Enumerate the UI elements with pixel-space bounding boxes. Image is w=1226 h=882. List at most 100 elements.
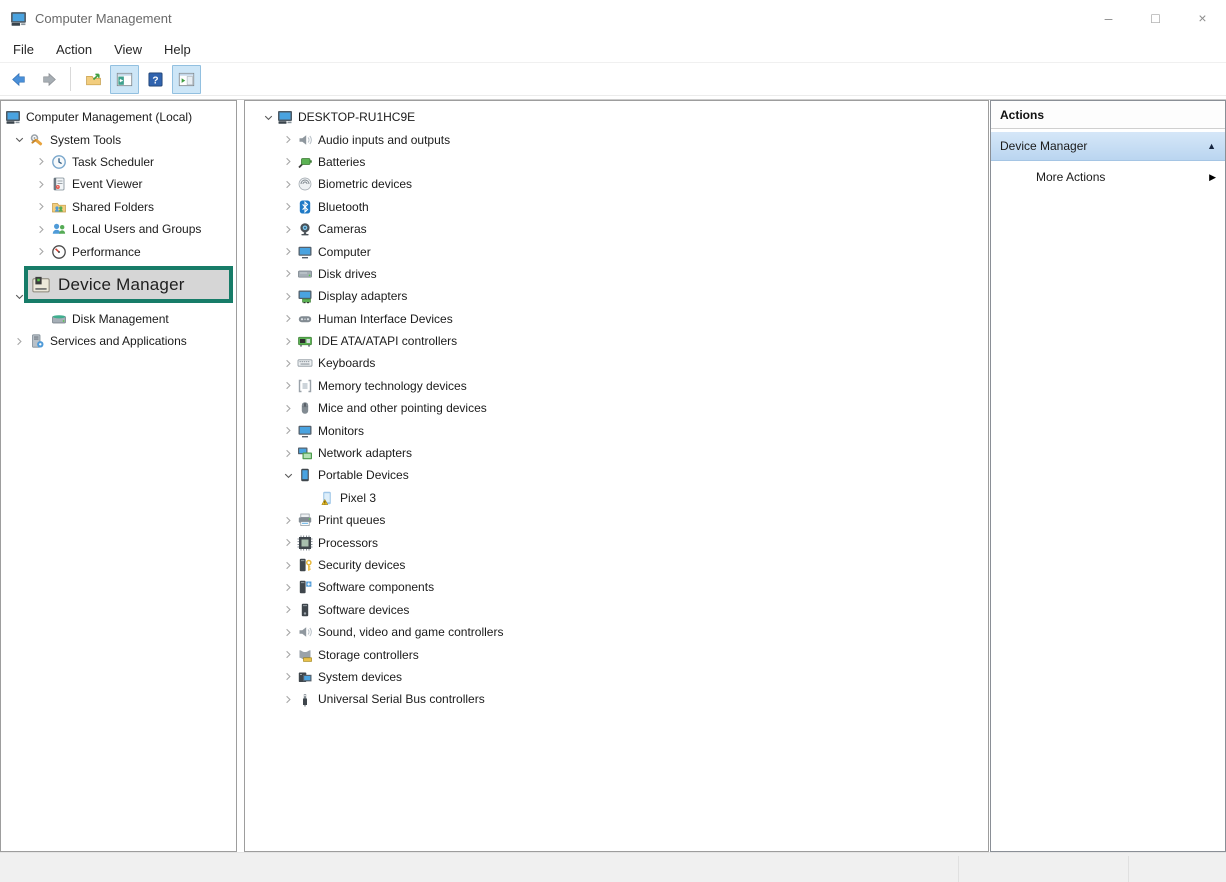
tree-item-security-devices[interactable]: Security devices xyxy=(245,554,988,576)
collapsed-chevron-icon[interactable] xyxy=(279,132,297,148)
tree-item-storage-controllers[interactable]: Storage controllers xyxy=(245,643,988,665)
more-actions-item[interactable]: More Actions ▶ xyxy=(991,161,1225,193)
tree-item-local-users-and-groups[interactable]: Local Users and Groups xyxy=(1,218,236,240)
tree-item-label: System devices xyxy=(318,670,402,684)
minimize-button[interactable]: – xyxy=(1085,0,1132,36)
annotation-highlight-device-manager[interactable]: Device Manager xyxy=(24,266,233,303)
tree-item-universal-serial-bus-controllers[interactable]: Universal Serial Bus controllers xyxy=(245,688,988,710)
collapsed-chevron-icon[interactable] xyxy=(279,624,297,640)
processor-icon xyxy=(297,535,313,551)
menu-action[interactable]: Action xyxy=(45,42,103,57)
collapse-chevron-icon[interactable]: ▲ xyxy=(1207,141,1216,151)
forward-button[interactable] xyxy=(35,65,64,94)
menu-view[interactable]: View xyxy=(103,42,153,57)
collapsed-chevron-icon[interactable] xyxy=(279,288,297,304)
collapsed-chevron-icon[interactable] xyxy=(279,311,297,327)
help-button[interactable]: ? xyxy=(141,65,170,94)
tree-item-system-tools[interactable]: System Tools xyxy=(1,128,236,150)
tree-item-computer-management-local[interactable]: Computer Management (Local) xyxy=(1,106,236,128)
tree-item-portable-devices[interactable]: Portable Devices xyxy=(245,464,988,486)
collapsed-chevron-icon[interactable] xyxy=(279,199,297,215)
collapsed-chevron-icon[interactable] xyxy=(279,221,297,237)
tree-item-ide-ata-atapi-controllers[interactable]: IDE ATA/ATAPI controllers xyxy=(245,330,988,352)
tree-item-system-devices[interactable]: System devices xyxy=(245,666,988,688)
collapsed-chevron-icon[interactable] xyxy=(279,266,297,282)
collapsed-chevron-icon[interactable] xyxy=(31,154,51,170)
tree-item-task-scheduler[interactable]: Task Scheduler xyxy=(1,151,236,173)
collapsed-chevron-icon[interactable] xyxy=(279,445,297,461)
tree-item-processors[interactable]: Processors xyxy=(245,531,988,553)
collapsed-chevron-icon[interactable] xyxy=(279,355,297,371)
collapsed-chevron-icon[interactable] xyxy=(31,221,51,237)
collapsed-chevron-icon[interactable] xyxy=(279,423,297,439)
expanded-chevron-icon[interactable] xyxy=(9,132,29,148)
collapsed-chevron-icon[interactable] xyxy=(279,535,297,551)
computer-management-icon xyxy=(10,10,27,27)
tree-item-software-devices[interactable]: Software devices xyxy=(245,599,988,621)
expanded-chevron-icon[interactable] xyxy=(259,109,277,125)
expanded-chevron-icon[interactable] xyxy=(279,467,297,483)
collapsed-chevron-icon[interactable] xyxy=(279,378,297,394)
collapsed-chevron-icon[interactable] xyxy=(31,199,51,215)
collapsed-chevron-icon[interactable] xyxy=(279,579,297,595)
collapsed-chevron-icon[interactable] xyxy=(279,669,297,685)
collapsed-chevron-icon[interactable] xyxy=(279,400,297,416)
tree-item-label: Print queues xyxy=(318,513,385,527)
tree-item-label: Human Interface Devices xyxy=(318,312,453,326)
tree-item-shared-folders[interactable]: Shared Folders xyxy=(1,196,236,218)
tree-item-label: Security devices xyxy=(318,558,405,572)
collapsed-chevron-icon[interactable] xyxy=(279,602,297,618)
collapsed-chevron-icon[interactable] xyxy=(279,176,297,192)
tree-item-audio-inputs-and-outputs[interactable]: Audio inputs and outputs xyxy=(245,128,988,150)
collapsed-chevron-icon[interactable] xyxy=(31,244,51,260)
tree-item-disk-drives[interactable]: Disk drives xyxy=(245,263,988,285)
export-list-button[interactable] xyxy=(79,65,108,94)
mouse-icon xyxy=(297,400,313,416)
collapsed-chevron-icon[interactable] xyxy=(279,691,297,707)
collapsed-chevron-icon[interactable] xyxy=(279,244,297,260)
keyboard-icon xyxy=(297,355,313,371)
tree-item-desktop-ru1hc9e[interactable]: DESKTOP-RU1HC9E xyxy=(245,106,988,128)
window-title: Computer Management xyxy=(35,11,172,26)
close-button[interactable]: × xyxy=(1179,0,1226,36)
tree-item-biometric-devices[interactable]: Biometric devices xyxy=(245,173,988,195)
tree-item-memory-technology-devices[interactable]: Memory technology devices xyxy=(245,375,988,397)
tree-item-label: Software components xyxy=(318,580,434,594)
tree-item-disk-management[interactable]: Disk Management xyxy=(1,308,236,330)
tree-item-software-components[interactable]: Software components xyxy=(245,576,988,598)
collapsed-chevron-icon[interactable] xyxy=(31,176,51,192)
tree-item-computer[interactable]: Computer xyxy=(245,240,988,262)
maximize-button[interactable]: □ xyxy=(1132,0,1179,36)
tree-item-monitors[interactable]: Monitors xyxy=(245,419,988,441)
event-viewer-icon xyxy=(51,176,67,192)
collapsed-chevron-icon[interactable] xyxy=(279,512,297,528)
tree-item-print-queues[interactable]: Print queues xyxy=(245,509,988,531)
tree-item-keyboards[interactable]: Keyboards xyxy=(245,352,988,374)
collapsed-chevron-icon[interactable] xyxy=(279,154,297,170)
collapsed-chevron-icon[interactable] xyxy=(279,647,297,663)
menu-file[interactable]: File xyxy=(2,42,45,57)
shared-folders-icon xyxy=(51,199,67,215)
show-action-pane-button[interactable] xyxy=(172,65,201,94)
tree-item-pixel-3[interactable]: Pixel 3 xyxy=(245,487,988,509)
software-component-icon xyxy=(297,579,313,595)
tree-item-batteries[interactable]: Batteries xyxy=(245,151,988,173)
tree-item-cameras[interactable]: Cameras xyxy=(245,218,988,240)
actions-section-device-manager[interactable]: Device Manager ▲ xyxy=(991,132,1225,161)
tree-item-network-adapters[interactable]: Network adapters xyxy=(245,442,988,464)
tree-item-event-viewer[interactable]: Event Viewer xyxy=(1,173,236,195)
tree-item-bluetooth[interactable]: Bluetooth xyxy=(245,196,988,218)
back-button[interactable] xyxy=(4,65,33,94)
tree-item-sound-video-and-game-controllers[interactable]: Sound, video and game controllers xyxy=(245,621,988,643)
tree-item-mice-and-other-pointing-devices[interactable]: Mice and other pointing devices xyxy=(245,397,988,419)
system-tools-icon xyxy=(29,132,45,148)
tree-item-display-adapters[interactable]: Display adapters xyxy=(245,285,988,307)
collapsed-chevron-icon[interactable] xyxy=(279,333,297,349)
collapsed-chevron-icon[interactable] xyxy=(279,557,297,573)
show-console-tree-button[interactable] xyxy=(110,65,139,94)
tree-item-services-and-applications[interactable]: Services and Applications xyxy=(1,330,236,352)
tree-item-human-interface-devices[interactable]: Human Interface Devices xyxy=(245,308,988,330)
tree-item-performance[interactable]: Performance xyxy=(1,240,236,262)
collapsed-chevron-icon[interactable] xyxy=(9,333,29,349)
menu-help[interactable]: Help xyxy=(153,42,202,57)
